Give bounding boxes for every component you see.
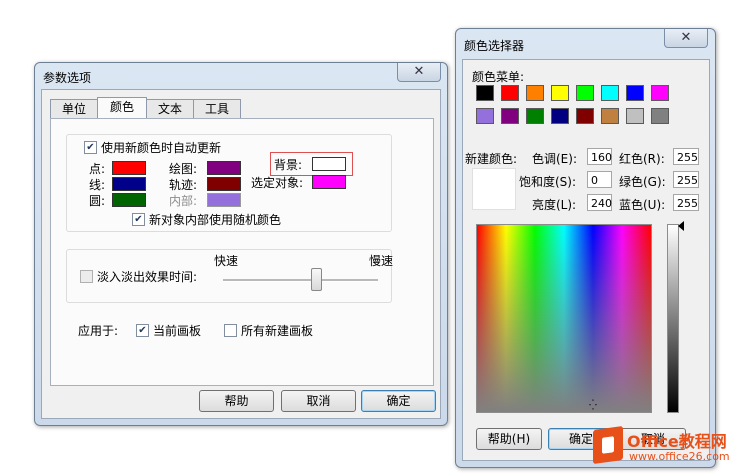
- color-menu-swatch[interactable]: [476, 85, 494, 101]
- color-menu-swatch[interactable]: [601, 108, 619, 124]
- interior-color-label: 内部:: [169, 194, 198, 208]
- color-menu-swatch[interactable]: [526, 108, 544, 124]
- luminance-label: 亮度(L):: [532, 198, 577, 212]
- background-color-label: 背景:: [274, 158, 303, 172]
- auto-update-check-icon: ✔: [84, 141, 97, 154]
- color-menu-swatch[interactable]: [626, 85, 644, 101]
- color-menu-swatch[interactable]: [551, 108, 569, 124]
- apply-current-label: 当前画板: [153, 324, 202, 338]
- red-label: 红色(R):: [619, 152, 665, 166]
- apply-to-label: 应用于:: [78, 324, 119, 338]
- fade-fast-label: 快速: [214, 254, 239, 268]
- saturation-input[interactable]: 0: [587, 171, 612, 188]
- line-color-label: 线:: [89, 178, 106, 192]
- color-menu-swatch[interactable]: [601, 85, 619, 101]
- options-dialog-title: 参数选项: [43, 71, 92, 85]
- plot-color-label: 绘图:: [169, 162, 198, 176]
- green-label: 绿色(G):: [619, 175, 666, 189]
- color-menu-swatch[interactable]: [501, 108, 519, 124]
- blue-label: 蓝色(U):: [619, 198, 666, 212]
- spectrum-field[interactable]: [476, 224, 652, 413]
- colors-tab-panel: ✔ 使用新颜色时自动更新 点: 线: 圆: 绘图: 轨迹: 内部: 背景: 选定…: [50, 118, 434, 386]
- office-logo-watermark: Office教程网 www.office26.com: [591, 425, 751, 469]
- watermark-url: www.office26.com: [629, 450, 730, 463]
- red-input[interactable]: 255: [673, 148, 699, 165]
- luminance-pointer-icon[interactable]: [678, 221, 684, 231]
- fade-label: 淡入淡出效果时间:: [97, 270, 198, 284]
- tab-tools[interactable]: 工具: [193, 99, 241, 118]
- trace-color-label: 轨迹:: [169, 178, 198, 192]
- point-color-label: 点:: [89, 162, 106, 176]
- fade-slow-label: 慢速: [369, 254, 394, 268]
- fade-slider-track[interactable]: [223, 279, 378, 282]
- trace-color-swatch[interactable]: [207, 177, 241, 191]
- apply-current-checkbox[interactable]: ✔ 当前画板: [136, 322, 201, 339]
- luminance-bar[interactable]: [667, 224, 679, 413]
- auto-update-checkbox[interactable]: ✔ 使用新颜色时自动更新: [84, 139, 221, 156]
- fade-check-icon: [80, 270, 93, 283]
- new-color-label: 新建颜色:: [465, 152, 518, 166]
- auto-update-label: 使用新颜色时自动更新: [101, 141, 222, 155]
- fade-checkbox[interactable]: 淡入淡出效果时间:: [80, 268, 197, 285]
- hue-label: 色调(E):: [532, 152, 577, 166]
- options-cancel-button[interactable]: 取消: [281, 390, 356, 412]
- tab-units[interactable]: 单位: [50, 99, 98, 118]
- circle-color-label: 圆:: [89, 194, 106, 208]
- color-picker-client-area: 颜色菜单: 新建颜色: 色调(E): 160 饱和度(S): 0 亮度(L): …: [462, 59, 710, 461]
- apply-all-new-check-icon: [224, 324, 237, 337]
- point-color-swatch[interactable]: [112, 161, 146, 175]
- color-menu-swatch[interactable]: [651, 108, 669, 124]
- fade-slider-thumb[interactable]: [311, 268, 322, 291]
- blue-input[interactable]: 255: [673, 194, 699, 211]
- watermark-brand: Office教程网: [627, 432, 727, 451]
- background-color-swatch[interactable]: [312, 157, 346, 171]
- office-logo-icon: [593, 425, 623, 465]
- options-close-button[interactable]: ✕: [397, 63, 441, 82]
- line-color-swatch[interactable]: [112, 177, 146, 191]
- circle-color-swatch[interactable]: [112, 193, 146, 207]
- selection-color-label: 选定对象:: [251, 176, 304, 190]
- options-help-button[interactable]: 帮助: [199, 390, 274, 412]
- tab-text[interactable]: 文本: [146, 99, 194, 118]
- color-menu-swatch[interactable]: [551, 85, 569, 101]
- luminance-input[interactable]: 240: [587, 194, 612, 211]
- green-input[interactable]: 255: [673, 171, 699, 188]
- color-picker-dialog: 颜色选择器 ✕ 颜色菜单: 新建颜色: 色调(E): 160 饱和度(S): 0…: [455, 28, 716, 468]
- spectrum-crosshair-icon: ⁛: [589, 400, 597, 411]
- color-picker-close-button[interactable]: ✕: [664, 29, 708, 48]
- picker-help-button[interactable]: 帮助(H): [476, 428, 542, 450]
- color-menu-swatch[interactable]: [626, 108, 644, 124]
- options-dialog: 参数选项 ✕ 单位 颜色 文本 工具 ✔ 使用新颜色时自动更新 点: 线: 圆:…: [34, 62, 448, 426]
- new-color-preview: [472, 168, 516, 210]
- color-menu-swatch[interactable]: [651, 85, 669, 101]
- apply-all-new-checkbox[interactable]: 所有新建画板: [224, 322, 313, 339]
- color-menu-swatch[interactable]: [576, 108, 594, 124]
- random-interior-label: 新对象内部使用随机颜色: [149, 213, 282, 227]
- color-menu-label: 颜色菜单:: [472, 70, 525, 84]
- interior-color-swatch[interactable]: [207, 193, 241, 207]
- color-menu-swatch[interactable]: [476, 108, 494, 124]
- color-picker-title: 颜色选择器: [464, 39, 525, 53]
- options-client-area: 单位 颜色 文本 工具 ✔ 使用新颜色时自动更新 点: 线: 圆: 绘图: 轨迹…: [41, 89, 441, 419]
- tab-colors[interactable]: 颜色: [97, 97, 147, 118]
- random-interior-check-icon: ✔: [132, 213, 145, 226]
- random-interior-checkbox[interactable]: ✔ 新对象内部使用随机颜色: [132, 211, 281, 228]
- color-menu-swatch[interactable]: [501, 85, 519, 101]
- hue-input[interactable]: 160: [587, 148, 612, 165]
- saturation-label: 饱和度(S):: [519, 175, 577, 189]
- apply-current-check-icon: ✔: [136, 324, 149, 337]
- options-ok-button[interactable]: 确定: [361, 390, 436, 412]
- plot-color-swatch[interactable]: [207, 161, 241, 175]
- apply-all-new-label: 所有新建画板: [241, 324, 314, 338]
- selection-color-swatch[interactable]: [312, 175, 346, 189]
- color-menu-swatch[interactable]: [526, 85, 544, 101]
- color-menu-swatch[interactable]: [576, 85, 594, 101]
